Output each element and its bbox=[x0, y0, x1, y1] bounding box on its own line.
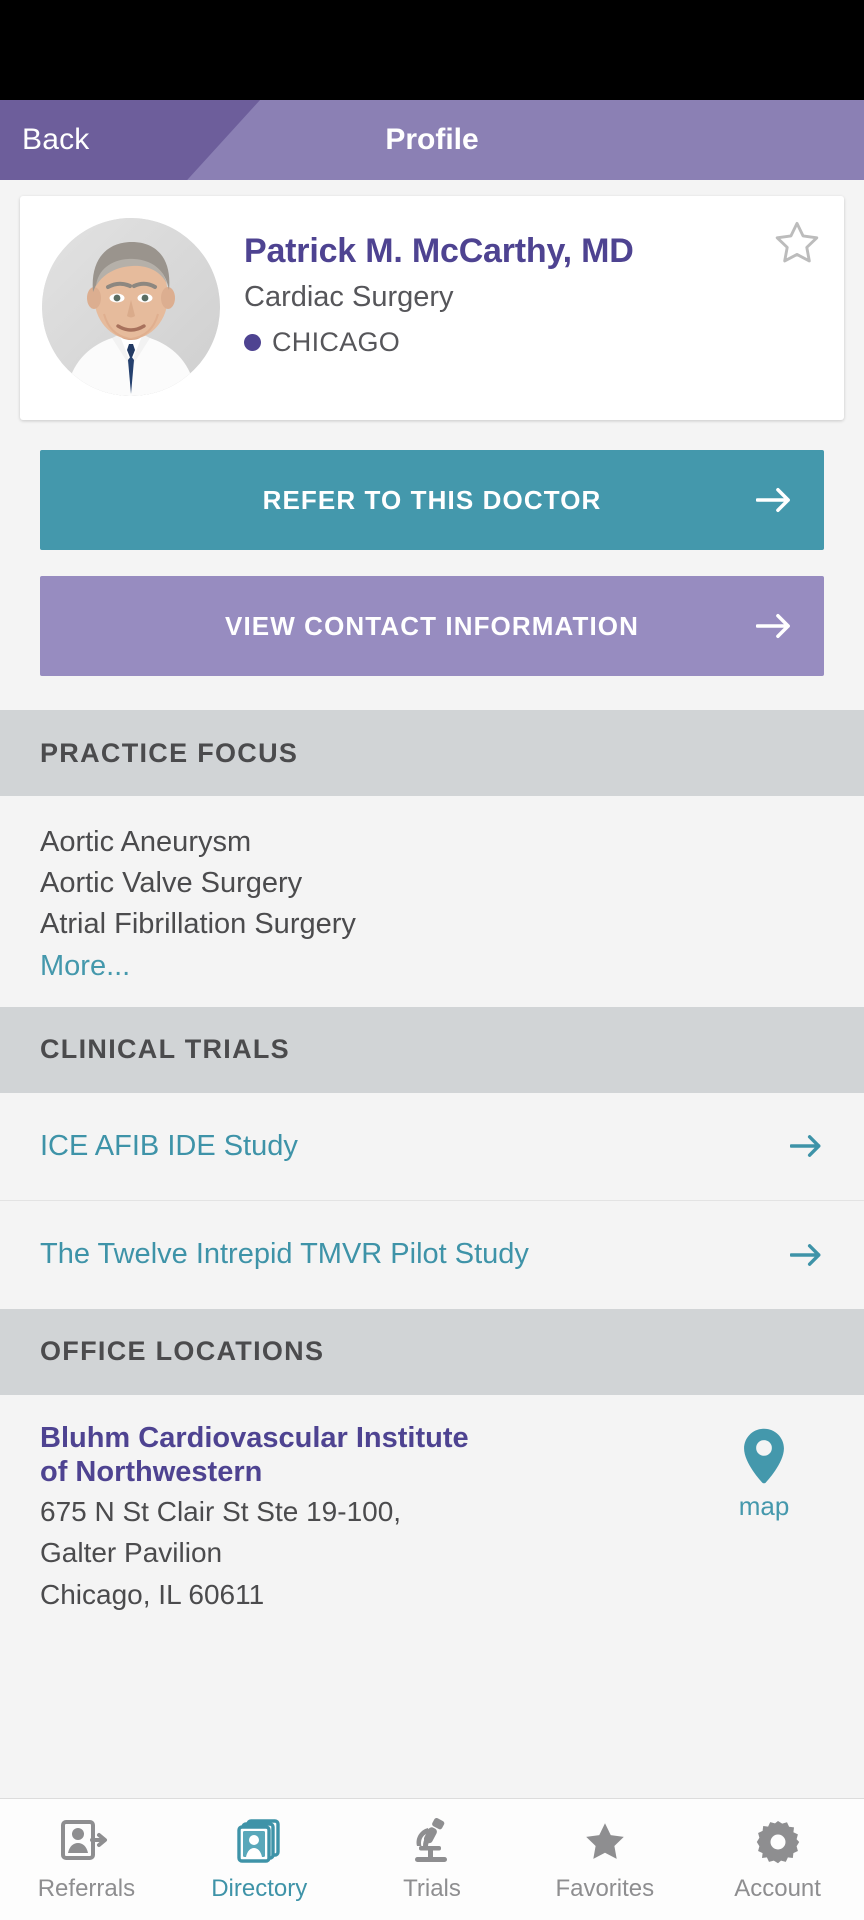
list-item: Aortic Valve Surgery bbox=[40, 867, 303, 900]
practice-focus-heading: PRACTICE FOCUS bbox=[0, 710, 864, 796]
tab-trials[interactable]: Trials bbox=[346, 1799, 519, 1920]
clinical-trial-link[interactable]: ICE AFIB IDE Study bbox=[40, 1130, 298, 1163]
page-title: Profile bbox=[385, 123, 479, 156]
clinical-trials-heading: CLINICAL TRIALS bbox=[0, 1006, 864, 1093]
table-row[interactable]: The Twelve Intrepid TMVR Pilot Study bbox=[0, 1201, 864, 1309]
doctor-avatar bbox=[42, 218, 220, 396]
list-item: Aortic Aneurysm bbox=[40, 826, 252, 858]
office-locations-section: OFFICE LOCATIONS Bluhm Cardiovascular In… bbox=[0, 1308, 864, 1635]
tab-label-trials: Trials bbox=[403, 1875, 461, 1902]
bottom-tab-bar: Referrals Directory Trials Favorites Acc… bbox=[0, 1798, 864, 1920]
tab-label-account: Account bbox=[734, 1875, 821, 1902]
office-address-line-1: 675 N St Clair St Ste 19-100, bbox=[40, 1496, 402, 1528]
referral-person-arrow-icon bbox=[60, 1816, 112, 1868]
star-icon bbox=[579, 1816, 631, 1868]
tab-label-directory: Directory bbox=[211, 1875, 308, 1902]
map-pin-icon bbox=[741, 1427, 787, 1485]
office-address-line-3: Chicago, IL 60611 bbox=[40, 1578, 265, 1610]
doctor-info: Patrick M. McCarthy, MD Cardiac Surgery … bbox=[220, 218, 824, 358]
view-contact-information-button[interactable]: VIEW CONTACT INFORMATION bbox=[40, 576, 824, 676]
clinical-trials-section: CLINICAL TRIALS ICE AFIB IDE Study The T… bbox=[0, 1006, 864, 1309]
view-contact-information-label: VIEW CONTACT INFORMATION bbox=[225, 610, 639, 641]
app-root: Back Profile Patrick M. McCarthy, MD Car… bbox=[0, 0, 864, 1920]
map-link[interactable]: map bbox=[704, 1421, 824, 1522]
arrow-right-icon bbox=[790, 1241, 824, 1269]
gear-icon bbox=[752, 1816, 804, 1868]
navigation-header: Back Profile bbox=[0, 100, 864, 180]
office-address-line-2: Galter Pavilion bbox=[40, 1537, 223, 1569]
tab-label-referrals: Referrals bbox=[37, 1875, 136, 1902]
doctor-name: Patrick M. McCarthy, MD bbox=[244, 232, 634, 270]
status-bar bbox=[0, 0, 864, 100]
favorite-star-icon[interactable] bbox=[772, 218, 822, 268]
list-item: Atrial Fibrillation Surgery bbox=[40, 908, 356, 941]
doctor-location-label: CHICAGO bbox=[272, 327, 401, 358]
table-row[interactable]: ICE AFIB IDE Study bbox=[0, 1093, 864, 1201]
clinical-trial-link[interactable]: The Twelve Intrepid TMVR Pilot Study bbox=[40, 1238, 529, 1271]
tab-account[interactable]: Account bbox=[691, 1799, 864, 1920]
practice-focus-more-link[interactable]: More... bbox=[40, 946, 824, 987]
arrow-right-icon bbox=[756, 611, 794, 641]
doctor-location: CHICAGO bbox=[244, 327, 824, 358]
arrow-right-icon bbox=[790, 1132, 824, 1160]
tab-directory[interactable]: Directory bbox=[173, 1799, 346, 1920]
doctor-profile-card: Patrick M. McCarthy, MD Cardiac Surgery … bbox=[20, 196, 844, 420]
doctor-specialty: Cardiac Surgery bbox=[244, 281, 454, 314]
refer-to-doctor-label: REFER TO THIS DOCTOR bbox=[262, 484, 602, 515]
tab-label-favorites: Favorites bbox=[555, 1875, 655, 1902]
office-location-item: Bluhm Cardiovascular Institute of Northw… bbox=[0, 1395, 864, 1635]
office-locations-heading: OFFICE LOCATIONS bbox=[0, 1308, 864, 1395]
practice-focus-list: Aortic Aneurysm Aortic Valve Surgery Atr… bbox=[0, 796, 864, 1007]
practice-focus-section: PRACTICE FOCUS Aortic Aneurysm Aortic Va… bbox=[0, 710, 864, 1007]
microscope-icon bbox=[406, 1816, 458, 1868]
directory-cards-icon bbox=[233, 1816, 285, 1868]
arrow-right-icon bbox=[756, 485, 794, 515]
tab-favorites[interactable]: Favorites bbox=[518, 1799, 691, 1920]
office-name-line-1: Bluhm Cardiovascular Institute bbox=[40, 1421, 469, 1454]
map-link-label: map bbox=[738, 1490, 790, 1521]
office-name-line-2: of Northwestern bbox=[40, 1455, 263, 1488]
location-dot-icon bbox=[244, 334, 261, 352]
tab-referrals[interactable]: Referrals bbox=[0, 1799, 173, 1920]
action-buttons: REFER TO THIS DOCTOR VIEW CONTACT INFORM… bbox=[0, 420, 864, 676]
scroll-content: Patrick M. McCarthy, MD Cardiac Surgery … bbox=[0, 180, 864, 1798]
refer-to-doctor-button[interactable]: REFER TO THIS DOCTOR bbox=[40, 450, 824, 550]
